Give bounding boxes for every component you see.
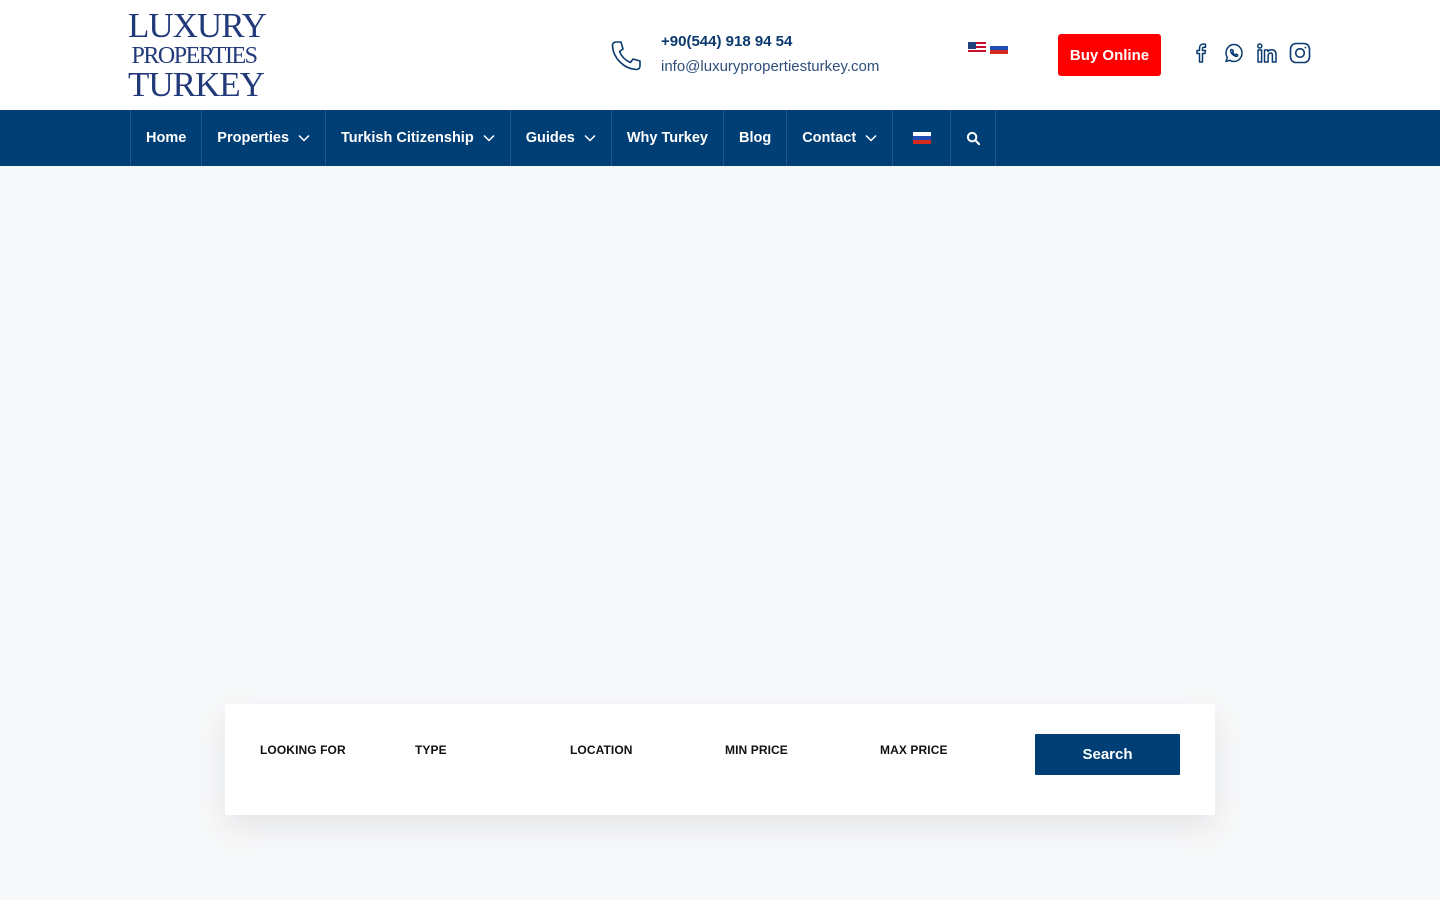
- nav-properties[interactable]: Properties: [202, 110, 327, 166]
- search-icon: [966, 131, 980, 145]
- location-select[interactable]: LOCATION: [570, 743, 633, 757]
- buy-online-button[interactable]: Buy Online: [1058, 34, 1161, 76]
- chevron-down-icon: [298, 134, 310, 142]
- site-logo[interactable]: LUXURY PROPERTIES TURKEY: [128, 6, 267, 102]
- nav-home-label: Home: [146, 130, 187, 146]
- nav-citizenship-label: Turkish Citizenship: [341, 130, 474, 146]
- chevron-down-icon: [584, 134, 596, 142]
- type-select[interactable]: TYPE: [415, 743, 447, 757]
- ru-flag-icon[interactable]: [990, 42, 1008, 54]
- us-flag-icon[interactable]: [968, 42, 986, 54]
- phone-link[interactable]: +90(544) 918 94 54: [661, 33, 792, 50]
- search-button[interactable]: Search: [1035, 734, 1180, 775]
- nav-search-button[interactable]: [951, 110, 997, 166]
- nav-language-ru[interactable]: [893, 110, 952, 166]
- whatsapp-icon[interactable]: [1222, 41, 1246, 65]
- looking-for-select[interactable]: LOOKING FOR: [260, 743, 346, 757]
- nav-blog[interactable]: Blog: [724, 110, 788, 166]
- facebook-icon[interactable]: [1189, 41, 1213, 65]
- nav-home[interactable]: Home: [131, 110, 203, 166]
- max-price-select[interactable]: MAX PRICE: [880, 743, 948, 757]
- nav-turkish-citizenship[interactable]: Turkish Citizenship: [326, 110, 511, 166]
- property-search-panel: LOOKING FOR TYPE LOCATION MIN PRICE MAX …: [225, 704, 1215, 815]
- email-link[interactable]: info@luxurypropertiesturkey.com: [661, 58, 879, 75]
- nav-blog-label: Blog: [738, 130, 772, 146]
- logo-line-3: TURKEY: [128, 65, 265, 104]
- nav-why-turkey[interactable]: Why Turkey: [612, 110, 724, 166]
- chevron-down-icon: [483, 134, 495, 142]
- main-nav: Home Properties Turkish Citizenship Guid…: [0, 110, 1440, 166]
- nav-guides[interactable]: Guides: [511, 110, 612, 166]
- nav-contact[interactable]: Contact: [787, 110, 894, 166]
- nav-properties-label: Properties: [217, 130, 290, 146]
- instagram-icon[interactable]: [1288, 41, 1312, 65]
- ru-flag-icon: [912, 132, 931, 144]
- min-price-select[interactable]: MIN PRICE: [725, 743, 788, 757]
- top-header: LUXURY PROPERTIES TURKEY +90(544) 918 94…: [0, 0, 1440, 110]
- nav-why-turkey-label: Why Turkey: [626, 130, 708, 146]
- logo-line-1: LUXURY: [128, 6, 267, 45]
- nav-list: Home Properties Turkish Citizenship Guid…: [130, 110, 997, 166]
- nav-guides-label: Guides: [525, 130, 575, 146]
- nav-contact-label: Contact: [802, 130, 857, 146]
- chevron-down-icon: [865, 134, 877, 142]
- linkedin-icon[interactable]: [1255, 41, 1279, 65]
- phone-icon: [611, 41, 641, 71]
